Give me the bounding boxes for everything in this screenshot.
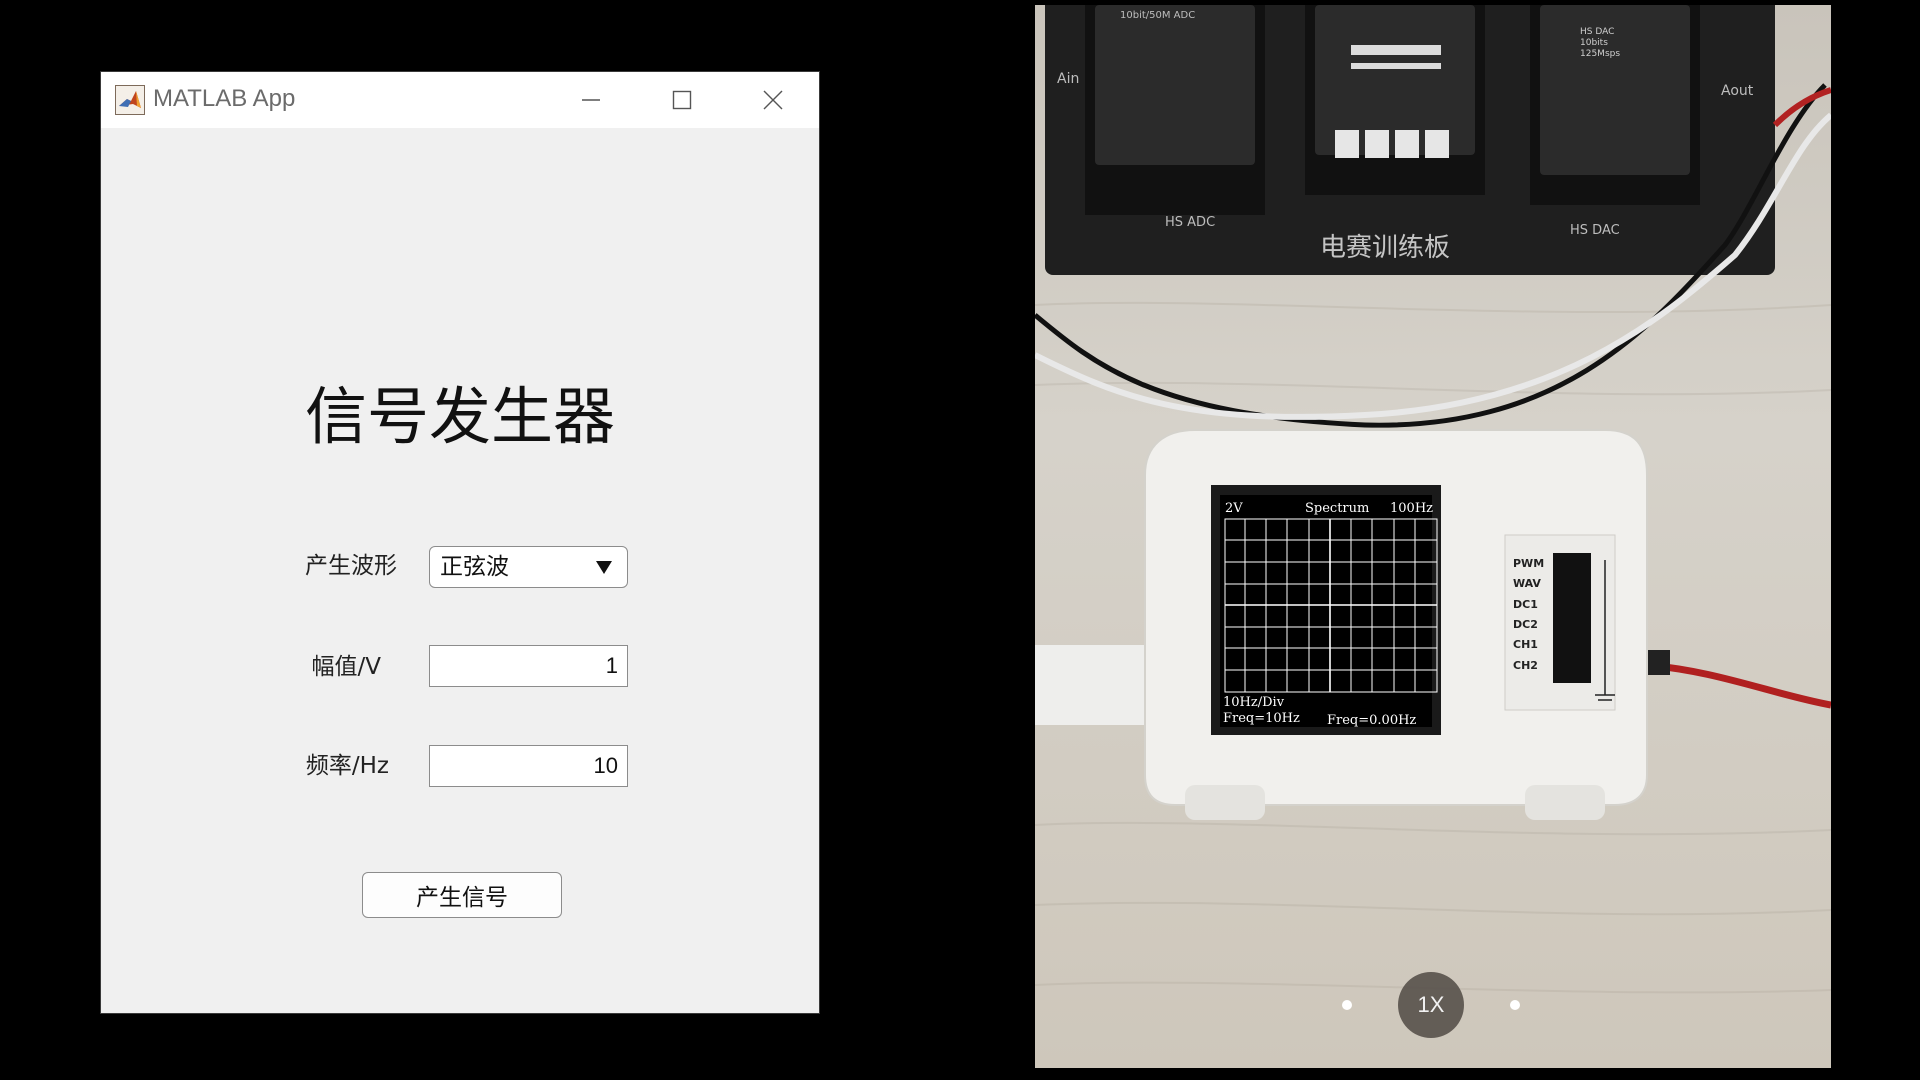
matlab-app-window: MATLAB App 信号发生器 产生波形 正弦波 幅值/V 频率/Hz 产生信… — [101, 72, 819, 1013]
hs-adc-label: HS ADC — [1165, 215, 1216, 230]
scope-span: 100Hz — [1390, 501, 1433, 516]
close-icon — [763, 90, 783, 110]
amplitude-field[interactable] — [429, 645, 628, 687]
scope-volts: 2V — [1225, 501, 1243, 516]
scope-mode: Spectrum — [1305, 501, 1370, 516]
camera-photo — [1035, 5, 1831, 994]
maximize-icon — [672, 90, 692, 110]
amplitude-input[interactable] — [430, 646, 627, 686]
camera-view: 10bit/50M ADC HS DAC 10bits 125Msps Ain … — [1035, 5, 1831, 1068]
pin-label-dc2: DC2 — [1513, 618, 1538, 631]
waveform-label: 产生波形 — [305, 553, 397, 579]
frequency-label: 频率/Hz — [305, 753, 389, 779]
matlab-logo-icon — [115, 85, 145, 115]
zoom-button[interactable]: 1X — [1398, 972, 1464, 1038]
dac-chip-line-3: 125Msps — [1580, 49, 1621, 59]
amplitude-label: 幅值/V — [311, 654, 381, 680]
frequency-field[interactable] — [429, 745, 628, 787]
pin-label-wav: WAV — [1513, 577, 1541, 590]
dac-chip-label: HS DAC 10bits 125Msps — [1580, 27, 1620, 60]
zoom-level: 1X — [1417, 992, 1445, 1017]
scope-div: 10Hz/Div — [1223, 695, 1285, 710]
adc-chip-label: 10bit/50M ADC — [1120, 10, 1196, 21]
scope-freq-measured: Freq=0.00Hz — [1327, 713, 1417, 728]
minimize-button[interactable] — [545, 72, 637, 128]
frequency-input[interactable] — [430, 746, 627, 786]
zoom-dot-right[interactable] — [1510, 1000, 1520, 1010]
waveform-selected-value: 正弦波 — [440, 554, 509, 580]
maximize-button[interactable] — [636, 72, 728, 128]
pin-label-ch2: CH2 — [1513, 659, 1538, 672]
zoom-dot-left[interactable] — [1342, 1000, 1352, 1010]
close-button[interactable] — [727, 72, 819, 128]
window-title: MATLAB App — [153, 85, 296, 112]
dac-chip-line-2: 10bits — [1580, 38, 1608, 48]
hs-dac-label: HS DAC — [1570, 223, 1620, 238]
minimize-icon — [582, 99, 600, 101]
title-bar[interactable]: MATLAB App — [101, 72, 819, 128]
ain-label: Ain — [1057, 71, 1080, 87]
generate-signal-button-label: 产生信号 — [416, 885, 508, 911]
aout-label: Aout — [1721, 83, 1754, 99]
app-heading: 信号发生器 — [304, 380, 615, 453]
pin-label-ch1: CH1 — [1513, 638, 1538, 651]
generate-signal-button[interactable]: 产生信号 — [362, 872, 562, 918]
board-name: 电赛训练板 — [1320, 233, 1451, 263]
scope-freq-set: Freq=10Hz — [1223, 711, 1300, 726]
dac-chip-line-1: HS DAC — [1580, 27, 1615, 37]
pin-label-dc1: DC1 — [1513, 598, 1538, 611]
pin-label-pwm: PWM — [1513, 557, 1545, 570]
waveform-dropdown[interactable]: 正弦波 — [429, 546, 628, 588]
dropdown-arrow-icon — [596, 561, 612, 574]
